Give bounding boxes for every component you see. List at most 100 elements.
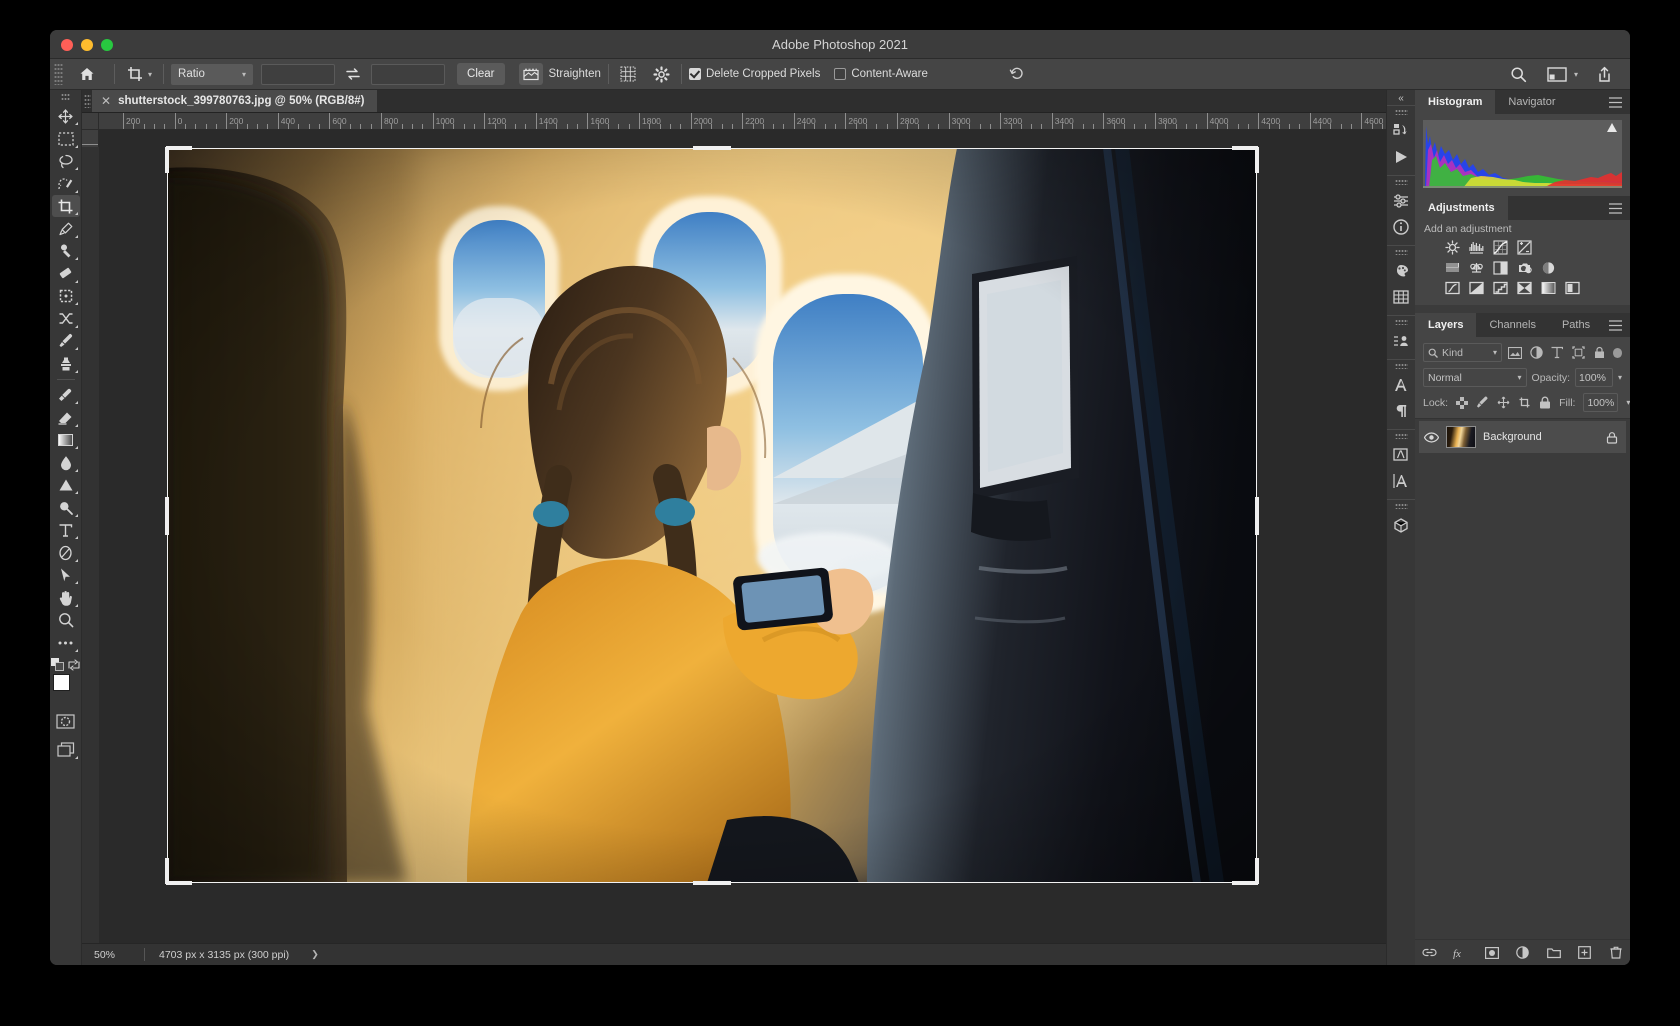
hand-tool[interactable] <box>52 587 80 609</box>
document-tab[interactable]: ✕ shutterstock_399780763.jpg @ 50% (RGB/… <box>92 90 378 112</box>
character-styles-icon[interactable] <box>1388 442 1414 468</box>
channel-mixer-icon[interactable] <box>1445 280 1460 295</box>
dock-grip[interactable] <box>1395 503 1408 509</box>
layer-filter-kind-select[interactable]: Kind ▾ <box>1423 343 1502 362</box>
exposure-icon[interactable] <box>1517 240 1532 255</box>
chevron-down-icon[interactable]: ▾ <box>1493 348 1497 357</box>
dock-grip[interactable] <box>1395 249 1408 255</box>
chevron-down-icon[interactable]: ▾ <box>1574 70 1578 79</box>
panel-menu-icon[interactable] <box>1609 196 1630 220</box>
add-layer-mask-icon[interactable] <box>1484 945 1499 960</box>
shuffle-tool[interactable] <box>52 308 80 330</box>
tab-paths[interactable]: Paths <box>1549 313 1603 337</box>
crop-height-input[interactable] <box>371 64 445 85</box>
levels-icon[interactable] <box>1469 240 1484 255</box>
horizontal-ruler[interactable]: 2000200400600800100012001400160018002000… <box>99 113 1386 130</box>
type-layers-filter-icon[interactable] <box>1550 345 1565 361</box>
dock-grip[interactable] <box>1395 319 1408 325</box>
default-colors-icon[interactable] <box>51 658 64 671</box>
options-bar-grip[interactable] <box>54 63 63 85</box>
lock-icon[interactable] <box>1606 431 1618 444</box>
tab-histogram[interactable]: Histogram <box>1415 90 1495 114</box>
shape-layers-filter-icon[interactable] <box>1571 345 1586 361</box>
path-selection-tool[interactable] <box>52 564 80 586</box>
maximize-window-button[interactable] <box>101 39 113 51</box>
type-tool[interactable] <box>52 519 80 541</box>
toolbar-grip[interactable] <box>61 93 70 102</box>
collapse-panels-icon[interactable]: « <box>1398 92 1404 105</box>
play-icon[interactable] <box>1388 144 1414 170</box>
color-balance-icon[interactable] <box>1493 260 1508 275</box>
pen-tool[interactable] <box>52 542 80 564</box>
layer-list[interactable]: Background <box>1415 419 1630 939</box>
filter-enable-toggle[interactable] <box>1613 348 1622 358</box>
spot-healing-brush-tool[interactable] <box>52 240 80 262</box>
blur-tool[interactable] <box>52 452 80 474</box>
dock-grip[interactable] <box>1395 109 1408 115</box>
dock-grip[interactable] <box>1395 363 1408 369</box>
clone-stamp-tool[interactable] <box>52 353 80 375</box>
lock-artboard-nesting-icon[interactable] <box>1518 396 1531 410</box>
search-icon[interactable] <box>1507 62 1531 86</box>
libraries-icon[interactable] <box>1388 118 1414 144</box>
document-tab-grip[interactable] <box>82 90 92 112</box>
minimize-window-button[interactable] <box>81 39 93 51</box>
info-icon[interactable] <box>1388 214 1414 240</box>
zoom-tool[interactable] <box>52 609 80 631</box>
color-swatches[interactable] <box>52 674 80 702</box>
document-info[interactable]: 4703 px x 3135 px (300 ppi) ❯ <box>145 949 319 961</box>
tab-navigator[interactable]: Navigator <box>1495 90 1568 114</box>
crop-tool[interactable] <box>52 195 80 217</box>
content-aware-checkbox[interactable]: Content-Aware <box>834 68 928 80</box>
zoom-level[interactable]: 50% <box>82 949 144 961</box>
burn-tool[interactable] <box>52 497 80 519</box>
lock-position-icon[interactable] <box>1497 396 1510 410</box>
chevron-down-icon[interactable]: ▾ <box>1626 398 1630 407</box>
cached-data-warning-icon[interactable] <box>1607 123 1617 132</box>
tab-adjustments[interactable]: Adjustments <box>1415 196 1508 220</box>
lock-all-icon[interactable] <box>1539 396 1551 410</box>
tab-channels[interactable]: Channels <box>1476 313 1548 337</box>
character-icon[interactable] <box>1388 372 1414 398</box>
layer-row-background[interactable]: Background <box>1419 421 1626 453</box>
blend-mode-select[interactable]: Normal ▾ <box>1423 368 1527 387</box>
paragraph-styles-icon[interactable] <box>1388 468 1414 494</box>
workspace-icon[interactable] <box>1545 62 1569 86</box>
adjustment-layers-filter-icon[interactable] <box>1529 345 1544 361</box>
lock-image-pixels-icon[interactable] <box>1476 396 1489 410</box>
color-palette-icon[interactable] <box>1388 258 1414 284</box>
crop-ratio-select[interactable]: Ratio ▾ <box>171 64 253 85</box>
clear-button[interactable]: Clear <box>457 63 504 85</box>
straighten-icon[interactable] <box>519 63 543 85</box>
adjustments-sliders-icon[interactable] <box>1388 188 1414 214</box>
eye-icon[interactable] <box>1423 432 1439 443</box>
new-group-icon[interactable] <box>1546 945 1561 960</box>
tool-preset-picker[interactable]: ▾ <box>122 63 156 86</box>
reset-icon[interactable] <box>1005 62 1029 86</box>
paragraph-icon[interactable] <box>1388 398 1414 424</box>
lasso-tool[interactable] <box>52 150 80 172</box>
dock-grip[interactable] <box>1395 179 1408 185</box>
smart-object-filter-icon[interactable] <box>1592 345 1607 361</box>
tab-layers[interactable]: Layers <box>1415 313 1476 337</box>
hue-saturation-icon[interactable] <box>1469 260 1484 275</box>
dock-grip[interactable] <box>1395 433 1408 439</box>
layer-thumbnail[interactable] <box>1446 426 1476 448</box>
panel-menu-icon[interactable] <box>1609 313 1630 337</box>
3d-icon[interactable] <box>1388 512 1414 538</box>
home-icon[interactable] <box>75 62 99 86</box>
checkbox-box[interactable] <box>689 68 701 80</box>
canvas-area[interactable] <box>99 130 1386 943</box>
invert-icon[interactable] <box>1469 280 1484 295</box>
foreground-color-swatch[interactable] <box>53 674 70 691</box>
histogram-chart[interactable] <box>1423 120 1622 188</box>
gradient-tool[interactable] <box>52 429 80 451</box>
chevron-down-icon[interactable]: ▾ <box>242 70 246 79</box>
eraser-tool[interactable] <box>52 407 80 429</box>
link-layers-icon[interactable] <box>1422 945 1437 960</box>
fill-input[interactable]: 100% <box>1583 393 1618 412</box>
swap-colors-icon[interactable] <box>68 659 80 671</box>
share-icon[interactable] <box>1592 62 1616 86</box>
threshold-icon[interactable] <box>1517 280 1532 295</box>
move-tool[interactable] <box>52 105 80 127</box>
